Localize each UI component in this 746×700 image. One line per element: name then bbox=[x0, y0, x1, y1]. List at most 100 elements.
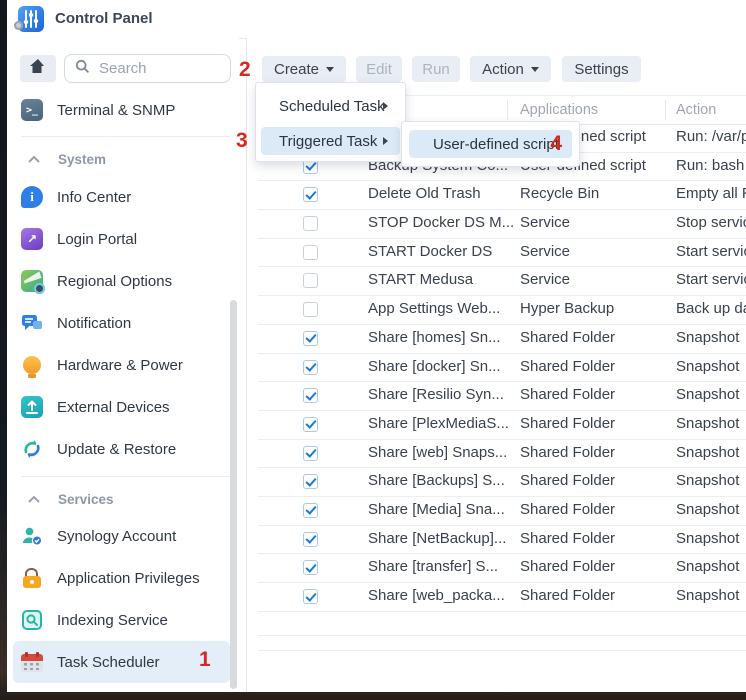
sidebar-item-update-restore[interactable]: Update & Restore bbox=[20, 428, 225, 470]
home-button[interactable] bbox=[20, 55, 56, 82]
chevron-up-icon bbox=[27, 152, 41, 167]
menu-item-scheduled-task[interactable]: Scheduled Task bbox=[261, 92, 400, 120]
action-button[interactable]: Action bbox=[470, 56, 551, 82]
enabled-checkbox[interactable] bbox=[303, 216, 318, 231]
enabled-checkbox[interactable] bbox=[303, 388, 318, 403]
create-button[interactable]: Create bbox=[262, 56, 346, 82]
search-input[interactable] bbox=[97, 59, 211, 78]
create-menu: Scheduled Task Triggered Task bbox=[255, 82, 406, 162]
sidebar-item-hardware-power[interactable]: Hardware & Power bbox=[20, 344, 225, 386]
enabled-checkbox[interactable] bbox=[303, 417, 318, 432]
sidebar-scrollbar[interactable] bbox=[230, 300, 237, 689]
submenu-arrow-icon bbox=[383, 137, 388, 145]
header-action[interactable]: Action bbox=[676, 102, 716, 118]
control-panel-icon bbox=[18, 6, 44, 32]
empty-row-divider bbox=[258, 650, 746, 651]
enabled-checkbox[interactable] bbox=[303, 474, 318, 489]
enabled-checkbox[interactable] bbox=[303, 446, 318, 461]
sidebar-section-system[interactable]: System bbox=[27, 148, 106, 170]
sidebar-item-application-privileges[interactable]: Application Privileges bbox=[20, 557, 225, 599]
sidebar-divider bbox=[21, 136, 230, 137]
table-row[interactable]: App Settings Web... Hyper Backup Back up… bbox=[258, 296, 746, 325]
table-row[interactable]: Share [web] Snaps... Shared Folder Snaps… bbox=[258, 440, 746, 469]
task-application: Shared Folder bbox=[520, 472, 615, 489]
enabled-checkbox[interactable] bbox=[303, 503, 318, 518]
task-action: Snapshot bbox=[676, 587, 739, 604]
table-row[interactable]: Delete Old Trash Recycle Bin Empty all R bbox=[258, 181, 746, 210]
annotation-3: 3 bbox=[236, 129, 248, 153]
task-name: Share [homes] Sn... bbox=[368, 329, 501, 346]
window-title: Control Panel bbox=[55, 10, 153, 27]
task-application: Shared Folder bbox=[520, 501, 615, 518]
empty-row-divider bbox=[258, 635, 746, 636]
task-name: Share [docker] Sn... bbox=[368, 358, 501, 375]
task-action: Run: /var/p bbox=[676, 128, 746, 145]
enabled-checkbox[interactable] bbox=[303, 331, 318, 346]
sidebar-section-services[interactable]: Services bbox=[27, 488, 114, 510]
settings-button[interactable]: Settings bbox=[562, 56, 641, 82]
enabled-checkbox[interactable] bbox=[303, 589, 318, 604]
task-action: Empty all R bbox=[676, 185, 746, 202]
globe-clock-icon bbox=[20, 269, 44, 293]
task-action: Stop servic bbox=[676, 214, 746, 231]
table-row[interactable]: Share [NetBackup]... Shared Folder Snaps… bbox=[258, 526, 746, 555]
enabled-checkbox[interactable] bbox=[303, 245, 318, 260]
sidebar-item-synology-account[interactable]: Synology Account bbox=[20, 515, 225, 557]
table-row[interactable]: Share [Media] Sna... Shared Folder Snaps… bbox=[258, 497, 746, 526]
sidebar-item-terminal-snmp[interactable]: >_ Terminal & SNMP bbox=[20, 89, 225, 131]
annotation-1: 1 bbox=[199, 648, 211, 672]
header-applications[interactable]: Applications bbox=[520, 102, 598, 118]
chat-bubble-icon bbox=[20, 311, 44, 335]
run-button[interactable]: Run bbox=[412, 56, 460, 82]
sidebar-item-indexing-service[interactable]: Indexing Service bbox=[20, 599, 225, 641]
table-row[interactable]: Share [transfer] S... Shared Folder Snap… bbox=[258, 554, 746, 583]
enabled-checkbox[interactable] bbox=[303, 360, 318, 375]
sidebar-item-info-center[interactable]: i Info Center bbox=[20, 176, 225, 218]
user-check-icon bbox=[20, 524, 44, 548]
table-row[interactable]: STOP Docker DS M... Service Stop servic bbox=[258, 210, 746, 239]
table-row[interactable]: Share [Resilio Syn... Shared Folder Snap… bbox=[258, 382, 746, 411]
menu-item-triggered-task[interactable]: Triggered Task bbox=[261, 127, 400, 155]
titlebar: Control Panel bbox=[7, 0, 746, 39]
enabled-checkbox[interactable] bbox=[303, 302, 318, 317]
table-row[interactable]: START Medusa Service Start servic bbox=[258, 267, 746, 296]
usb-drive-icon bbox=[20, 395, 44, 419]
task-action: Back up da bbox=[676, 300, 746, 317]
task-action: Snapshot bbox=[676, 530, 739, 547]
sidebar-divider bbox=[21, 476, 230, 477]
task-name: Share [NetBackup]... bbox=[368, 530, 506, 547]
table-row[interactable]: Share [web_packa... Shared Folder Snapsh… bbox=[258, 583, 746, 612]
table-row[interactable]: Share [Backups] S... Shared Folder Snaps… bbox=[258, 468, 746, 497]
task-name: START Medusa bbox=[368, 271, 473, 288]
triggered-task-submenu: User-defined script 4 bbox=[401, 121, 580, 167]
enabled-checkbox[interactable] bbox=[303, 532, 318, 547]
lightbulb-icon bbox=[20, 353, 44, 377]
edit-button[interactable]: Edit bbox=[356, 56, 402, 82]
task-action: Start servic bbox=[676, 271, 746, 288]
table-row[interactable]: Share [homes] Sn... Shared Folder Snapsh… bbox=[258, 325, 746, 354]
task-action: Snapshot bbox=[676, 444, 739, 461]
task-action: Snapshot bbox=[676, 558, 739, 575]
magnifier-doc-icon bbox=[20, 608, 44, 632]
home-icon bbox=[29, 58, 47, 79]
search-box[interactable] bbox=[64, 54, 231, 83]
sidebar-item-external-devices[interactable]: External Devices bbox=[20, 386, 225, 428]
table-row[interactable]: Share [docker] Sn... Shared Folder Snaps… bbox=[258, 354, 746, 383]
task-action: Snapshot bbox=[676, 329, 739, 346]
task-name: Share [Media] Sna... bbox=[368, 501, 505, 518]
task-name: Share [transfer] S... bbox=[368, 558, 498, 575]
sidebar-item-regional-options[interactable]: Regional Options bbox=[20, 260, 225, 302]
table-row[interactable]: START Docker DS Service Start servic bbox=[258, 239, 746, 268]
sidebar-item-task-scheduler[interactable]: Task Scheduler bbox=[13, 641, 230, 683]
menu-item-user-defined-script[interactable]: User-defined script 4 bbox=[409, 130, 572, 158]
login-portal-icon: ↗ bbox=[20, 227, 44, 251]
enabled-checkbox[interactable] bbox=[303, 187, 318, 202]
enabled-checkbox[interactable] bbox=[303, 560, 318, 575]
sidebar-item-notification[interactable]: Notification bbox=[20, 302, 225, 344]
sidebar-item-login-portal[interactable]: ↗ Login Portal bbox=[20, 218, 225, 260]
lock-icon bbox=[20, 566, 44, 590]
table-row[interactable]: Share [PlexMediaS... Shared Folder Snaps… bbox=[258, 411, 746, 440]
task-table: User-defined script Run: /var/p Backup S… bbox=[258, 124, 746, 612]
task-action: Snapshot bbox=[676, 358, 739, 375]
enabled-checkbox[interactable] bbox=[303, 273, 318, 288]
